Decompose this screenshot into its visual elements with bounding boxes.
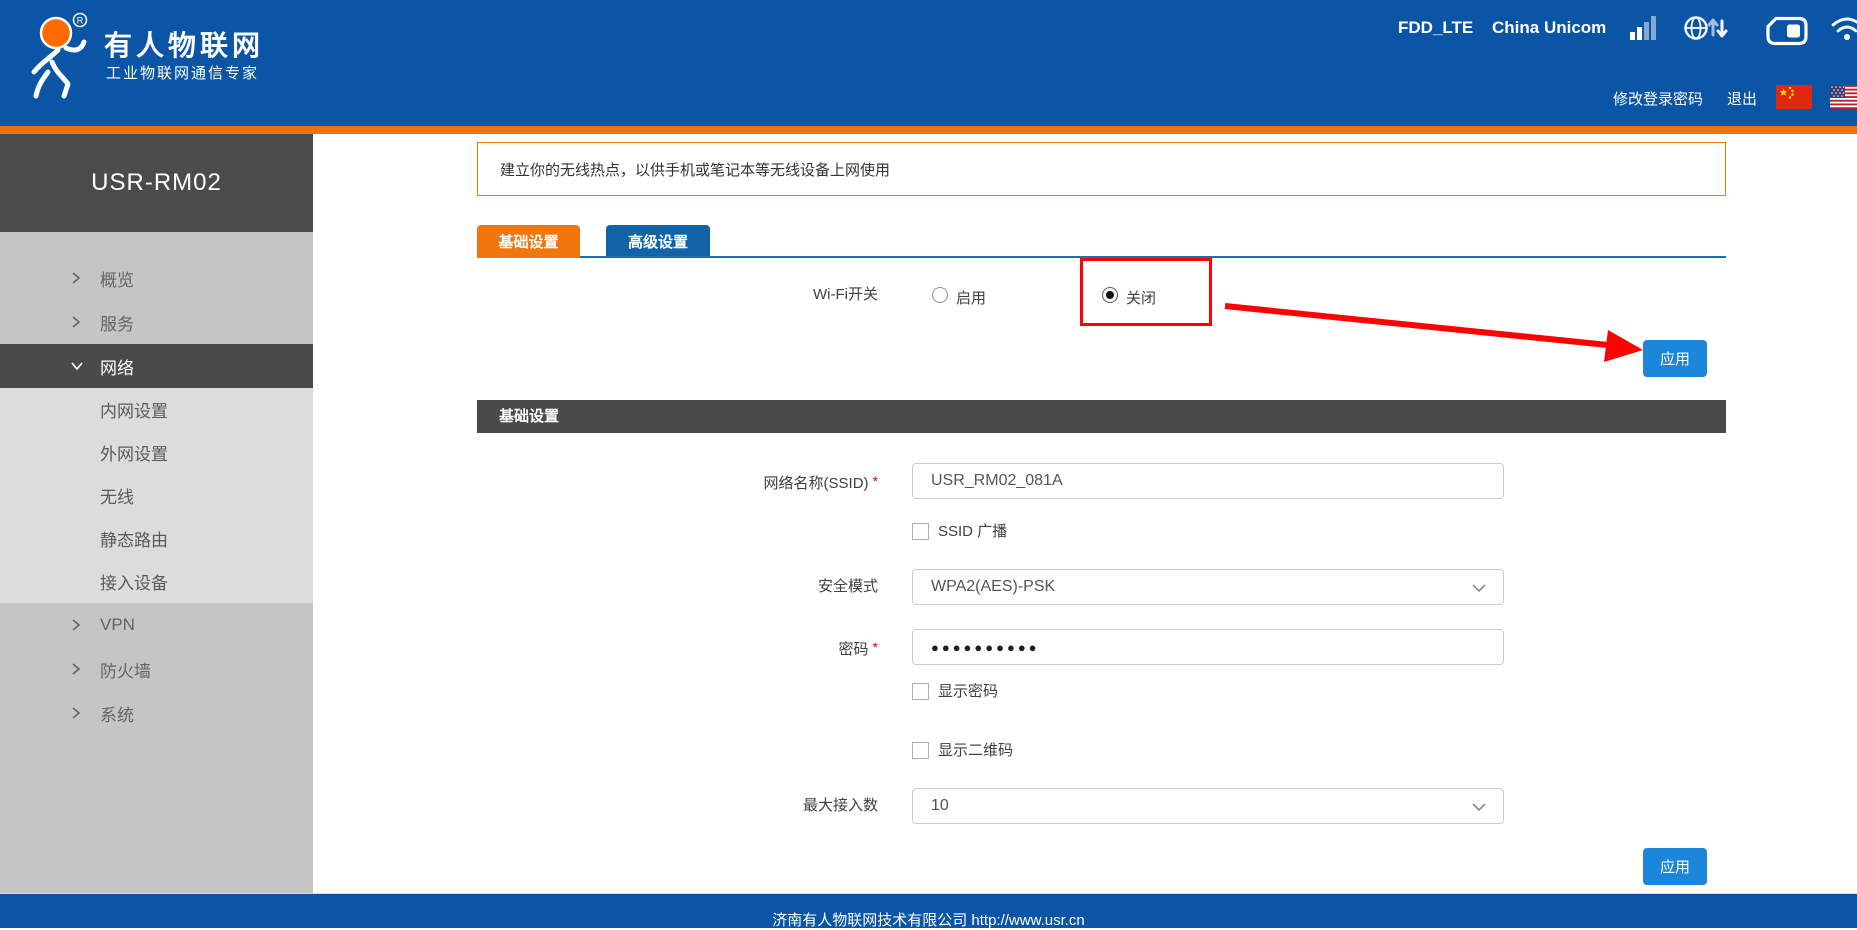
sidebar-item-label: VPN xyxy=(100,615,135,635)
globe-traffic-icon xyxy=(1683,13,1729,48)
password-label: 密码* xyxy=(578,637,878,660)
brand-slogan: 工业物联网通信专家 xyxy=(106,62,259,83)
security-mode-label: 安全模式 xyxy=(578,577,878,597)
max-clients-select[interactable]: 10 xyxy=(912,788,1504,824)
logout-link[interactable]: 退出 xyxy=(1727,88,1757,109)
ssid-label: 网络名称(SSID)* xyxy=(578,471,878,494)
password-input[interactable] xyxy=(912,629,1504,665)
ssid-broadcast-label[interactable]: SSID 广播 xyxy=(938,523,1007,541)
chevron-right-icon xyxy=(70,618,86,632)
sidebar-item-label: 系统 xyxy=(100,701,134,726)
chevron-right-icon xyxy=(70,271,86,285)
wifi-disable-radio[interactable] xyxy=(1102,287,1118,303)
us-flag-icon[interactable] xyxy=(1830,85,1857,109)
hint-banner: 建立你的无线热点，以供手机或笔记本等无线设备上网使用 xyxy=(477,142,1726,196)
sidebar-subitem-wan[interactable]: 外网设置 xyxy=(0,431,313,474)
chevron-right-icon xyxy=(70,662,86,676)
sidebar-subitem-static-route[interactable]: 静态路由 xyxy=(0,517,313,560)
wifi-disable-label[interactable]: 关闭 xyxy=(1126,287,1156,308)
required-asterisk: * xyxy=(873,639,878,655)
chevron-right-icon xyxy=(70,315,86,329)
hint-text: 建立你的无线热点，以供手机或笔记本等无线设备上网使用 xyxy=(500,159,890,180)
signal-strength-icon xyxy=(1630,14,1660,47)
wifi-switch-label: Wi-Fi开关 xyxy=(578,285,878,305)
show-qrcode-label[interactable]: 显示二维码 xyxy=(938,742,1013,760)
sidebar-item-overview[interactable]: 概览 xyxy=(0,256,313,300)
sidebar-item-network[interactable]: 网络 xyxy=(0,344,313,388)
main-content: 建立你的无线热点，以供手机或笔记本等无线设备上网使用 基础设置 高级设置 Wi-… xyxy=(313,134,1857,893)
sim-card-icon xyxy=(1764,16,1810,51)
wifi-enable-label[interactable]: 启用 xyxy=(956,287,986,308)
china-flag-icon[interactable] xyxy=(1776,85,1812,109)
sidebar-item-label: 网络 xyxy=(100,354,134,379)
network-submenu: 内网设置 外网设置 无线 静态路由 接入设备 xyxy=(0,388,313,603)
change-password-link[interactable]: 修改登录密码 xyxy=(1613,88,1703,109)
ssid-input[interactable] xyxy=(912,463,1504,499)
sidebar-subitem-wireless[interactable]: 无线 xyxy=(0,474,313,517)
chevron-down-icon xyxy=(1471,581,1487,599)
wifi-icon: off xyxy=(1829,12,1857,49)
network-type-label: FDD_LTE xyxy=(1398,18,1473,38)
required-asterisk: * xyxy=(873,473,878,489)
tab-advanced-settings[interactable]: 高级设置 xyxy=(606,225,710,258)
wifi-enable-radio[interactable] xyxy=(932,287,948,303)
chevron-down-icon xyxy=(1471,800,1487,818)
sidebar-item-system[interactable]: 系统 xyxy=(0,691,313,735)
chevron-right-icon xyxy=(70,706,86,720)
max-clients-value: 10 xyxy=(931,797,949,815)
show-password-label[interactable]: 显示密码 xyxy=(938,683,998,701)
apply-wifi-switch-button[interactable]: 应用 xyxy=(1643,340,1707,377)
ssid-broadcast-checkbox[interactable] xyxy=(912,523,929,540)
sidebar-item-label: 防火墙 xyxy=(100,657,151,682)
svg-text:R: R xyxy=(77,16,84,26)
device-name: USR-RM02 xyxy=(0,134,313,232)
show-password-checkbox[interactable] xyxy=(912,683,929,700)
footer-company-text: 济南有人物联网技术有限公司 http://www.usr.cn xyxy=(0,909,1857,930)
tab-basic-settings[interactable]: 基础设置 xyxy=(477,225,580,258)
header-accent-stripe xyxy=(0,126,1857,134)
sidebar-subitem-connected-devices[interactable]: 接入设备 xyxy=(0,560,313,603)
page-footer: 济南有人物联网技术有限公司 http://www.usr.cn xyxy=(0,893,1857,928)
sidebar: USR-RM02 概览 服务 网络 内网设置 外网设置 无线 静态路由 接入设备 xyxy=(0,134,313,893)
sidebar-item-services[interactable]: 服务 xyxy=(0,300,313,344)
sidebar-item-firewall[interactable]: 防火墙 xyxy=(0,647,313,691)
sidebar-item-vpn[interactable]: VPN xyxy=(0,603,313,647)
basic-settings-section-header: 基础设置 xyxy=(477,400,1726,433)
sidebar-item-label: 概览 xyxy=(100,266,134,291)
usr-logo: R xyxy=(22,10,104,111)
sidebar-item-label: 服务 xyxy=(100,310,134,335)
show-qrcode-checkbox[interactable] xyxy=(912,742,929,759)
app-header: R 有人物联网 工业物联网通信专家 FDD_LTE China Unicom xyxy=(0,0,1857,126)
carrier-label: China Unicom xyxy=(1492,18,1606,38)
sidebar-subitem-lan[interactable]: 内网设置 xyxy=(0,388,313,431)
brand-name: 有人物联网 xyxy=(104,24,264,64)
max-clients-label: 最大接入数 xyxy=(578,796,878,816)
chevron-down-icon xyxy=(70,360,86,372)
apply-basic-settings-button[interactable]: 应用 xyxy=(1643,848,1707,885)
security-mode-select[interactable]: WPA2(AES)-PSK xyxy=(912,569,1504,605)
security-mode-value: WPA2(AES)-PSK xyxy=(931,578,1055,596)
